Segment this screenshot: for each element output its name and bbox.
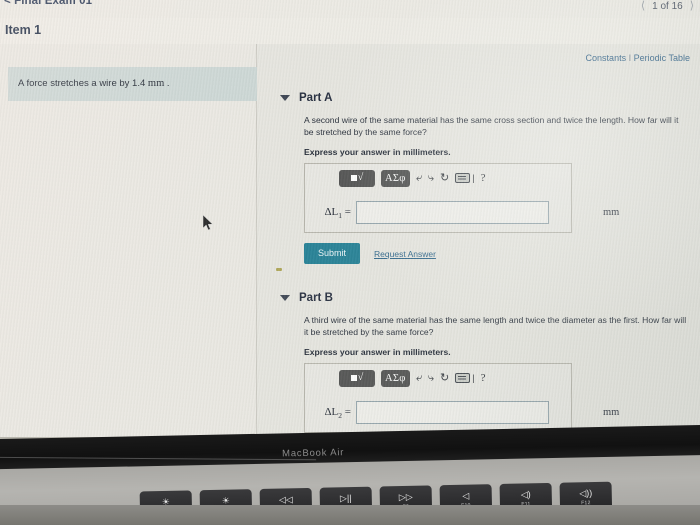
nth-root-icon: √ — [357, 372, 364, 384]
volume-down-icon: ◁) — [520, 488, 531, 500]
part-b-equals: = — [344, 405, 351, 418]
part-b-variable: ΔL — [324, 405, 339, 418]
problem-trailing: . — [166, 78, 170, 89]
keyboard-icon — [455, 173, 471, 184]
part-b-answer-input[interactable] — [356, 401, 549, 425]
template-box-icon — [350, 375, 357, 382]
part-b-section: Part B A third wire of the same material… — [280, 292, 690, 434]
pager-label: 1 of 16 — [652, 1, 683, 12]
part-a-label: Part A — [299, 92, 333, 104]
caret-down-icon[interactable] — [280, 95, 290, 101]
link-separator: I — [628, 53, 632, 63]
template-box-icon — [350, 175, 357, 182]
part-a-unit: mm — [603, 207, 620, 219]
chevron-right-icon[interactable]: ⟩ — [690, 1, 694, 12]
media-next-icon: ▷▷ — [398, 491, 413, 502]
math-template-icon[interactable]: √ — [339, 369, 375, 387]
part-a-answer-row: ΔL1 = mm — [311, 201, 619, 225]
part-b-answer-box: √ ΑΣφ ⤷ ⤷ ↻ | ? ΔL2 = mm — [304, 363, 619, 434]
media-play-pause-icon: ▷|| — [339, 492, 352, 503]
bezel-scratch — [0, 456, 317, 461]
part-a-equals: = — [344, 205, 351, 218]
problem-unit: mm — [147, 78, 165, 89]
part-b-variable-label: ΔL2 = — [311, 406, 356, 420]
keyboard-toggle[interactable]: | — [455, 373, 475, 384]
redo-arrow-icon[interactable]: ⤷ — [428, 372, 434, 384]
chevron-left-icon[interactable]: ⟨ — [641, 1, 645, 12]
reset-circle-icon[interactable]: ↻ — [440, 172, 449, 184]
breadcrumb-final-exam[interactable]: < Final Exam 01 — [4, 0, 92, 7]
problem-text: A force stretches a wire by 1.4 — [18, 78, 146, 89]
part-a-section: Part A A second wire of the same materia… — [280, 92, 690, 265]
nth-root-icon: √ — [357, 172, 364, 184]
page-title: Item 1 — [5, 23, 42, 37]
part-b-unit: mm — [603, 407, 620, 419]
part-a-answer-input[interactable] — [356, 201, 549, 225]
submit-button[interactable]: Submit — [304, 243, 361, 265]
keyboard-icon — [455, 373, 471, 384]
part-b-question: A third wire of the same material has th… — [304, 315, 687, 338]
volume-up-icon: ◁)) — [579, 487, 593, 498]
macbook-air-logo: MacBook Air — [281, 447, 345, 460]
screen-artifact-mark — [276, 268, 282, 271]
part-b-label: Part B — [299, 292, 333, 304]
part-a-question: A second wire of the same material has t… — [304, 115, 679, 138]
part-b-answer-row: ΔL2 = mm — [311, 401, 619, 425]
greek-symbols-label: ΑΣφ — [385, 372, 406, 384]
help-button[interactable]: ? — [481, 172, 486, 184]
math-template-icon[interactable]: √ — [339, 169, 375, 187]
browser-topbar: < Final Exam 01 ⟨ 1 of 16 ⟩ — [0, 0, 700, 18]
constants-link[interactable]: Constants — [586, 53, 627, 63]
greek-symbols-label: ΑΣφ — [385, 172, 406, 184]
reference-links: Constants I Periodic Table — [586, 53, 690, 63]
part-a-math-toolbar: √ ΑΣφ ⤷ ⤷ ↻ | ? — [339, 168, 485, 188]
keyboard-cursor-label: | — [472, 373, 475, 384]
answer-pane: Constants I Periodic Table Part A A seco… — [257, 44, 700, 437]
part-b-subscript: 2 — [338, 411, 343, 420]
keyboard-toggle[interactable]: | — [455, 173, 475, 184]
part-a-prompt: Express your answer in millimeters. — [304, 147, 451, 158]
redo-arrow-icon[interactable]: ⤷ — [428, 172, 434, 184]
part-a-header[interactable]: Part A — [280, 92, 690, 104]
item-pager: ⟨ 1 of 16 ⟩ — [641, 1, 694, 13]
part-a-variable-label: ΔL1 = — [311, 206, 356, 220]
part-b-header[interactable]: Part B — [280, 292, 690, 304]
keyboard-cursor-label: | — [472, 173, 475, 184]
periodic-table-link[interactable]: Periodic Table — [634, 53, 690, 63]
greek-symbols-button[interactable]: ΑΣφ — [381, 169, 410, 187]
request-answer-link[interactable]: Request Answer — [374, 249, 436, 259]
part-a-subscript: 1 — [338, 211, 343, 220]
keyboard-backlight-up-icon: ☀ — [221, 495, 230, 506]
media-previous-icon: ◁◁ — [278, 493, 293, 505]
caret-down-icon[interactable] — [280, 295, 290, 301]
undo-arrow-icon[interactable]: ⤷ — [416, 372, 422, 384]
item-header: Item 1 — [0, 18, 700, 45]
problem-pane: A force stretches a wire by 1.4 mm . — [0, 44, 265, 437]
undo-arrow-icon[interactable]: ⤷ — [416, 172, 422, 184]
volume-mute-icon: ◁ — [462, 490, 470, 501]
photo-of-laptop-screen: < Final Exam 01 ⟨ 1 of 16 ⟩ Item 1 A for… — [0, 0, 700, 525]
part-a-actions: Submit Request Answer — [304, 243, 690, 265]
part-b-math-toolbar: √ ΑΣφ ⤷ ⤷ ↻ | ? — [339, 368, 485, 388]
part-b-prompt: Express your answer in millimeters. — [304, 347, 451, 358]
part-a-variable: ΔL — [324, 205, 339, 218]
help-button[interactable]: ? — [481, 372, 486, 384]
greek-symbols-button[interactable]: ΑΣφ — [381, 369, 410, 387]
problem-statement: A force stretches a wire by 1.4 mm . — [8, 67, 265, 101]
desk-surface — [0, 505, 700, 525]
laptop-screen: < Final Exam 01 ⟨ 1 of 16 ⟩ Item 1 A for… — [0, 0, 700, 437]
reset-circle-icon[interactable]: ↻ — [440, 372, 449, 384]
part-a-answer-box: √ ΑΣφ ⤷ ⤷ ↻ | ? ΔL1 = mm — [304, 163, 619, 234]
